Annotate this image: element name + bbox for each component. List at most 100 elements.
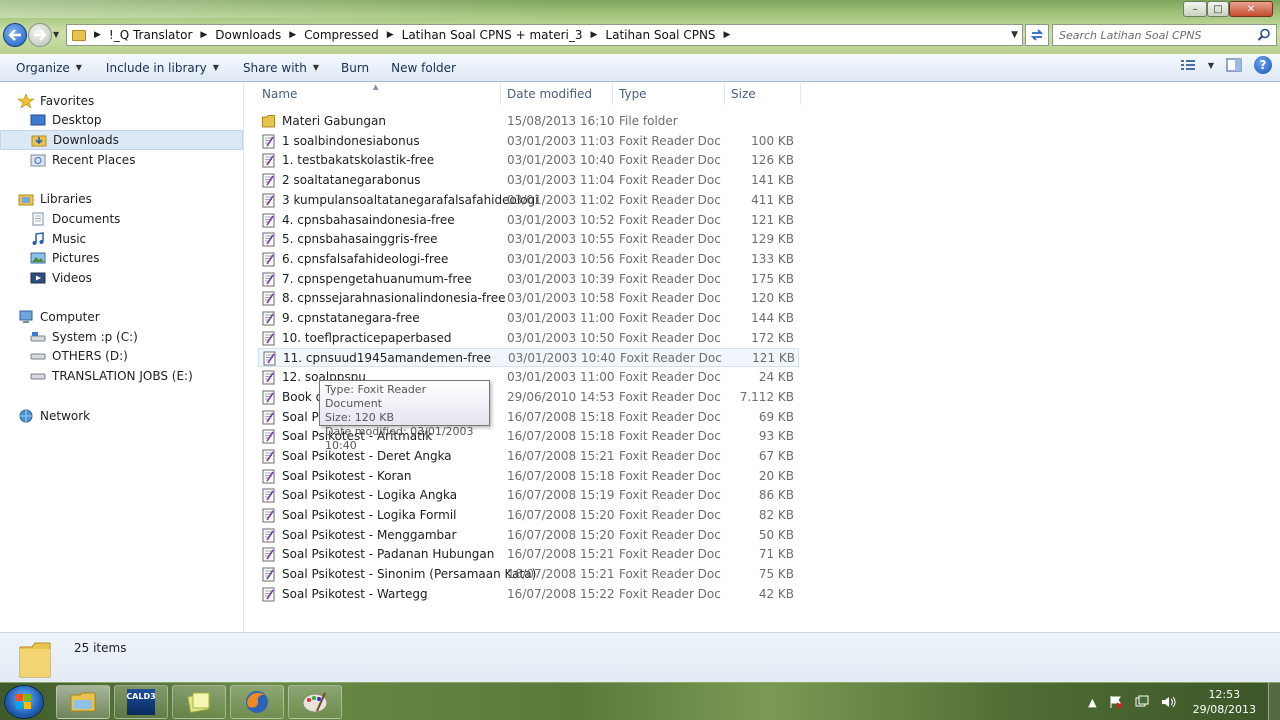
help-icon[interactable]: ? <box>1254 56 1272 74</box>
network-status-icon[interactable] <box>1135 695 1149 709</box>
minimize-button[interactable]: – <box>1183 1 1207 17</box>
nav-favorites[interactable]: Favorites <box>0 91 243 111</box>
file-row[interactable]: 10. toeflpracticepaperbased 03/01/2003 10… <box>258 329 799 348</box>
file-row[interactable]: Soal Psikotest - Wartegg 16/07/2008 15:22… <box>258 585 799 604</box>
nav-network[interactable]: Network <box>0 406 243 426</box>
breadcrumb-separator-icon[interactable]: ▶ <box>289 30 296 40</box>
preview-pane-icon[interactable] <box>1226 58 1242 72</box>
column-header-size[interactable]: Size <box>725 83 801 105</box>
taskbar-paint-button[interactable] <box>288 685 342 719</box>
breadcrumb-item[interactable]: Compressed <box>304 28 379 42</box>
include-in-library-button[interactable]: Include in library ▼ <box>98 56 227 80</box>
search-icon[interactable] <box>1257 28 1271 42</box>
column-header-type[interactable]: Type <box>613 83 725 105</box>
file-row[interactable]: Soal Psikotest - Menggambar 16/07/2008 15… <box>258 526 799 545</box>
nav-label: Downloads <box>53 133 119 147</box>
action-center-flag-icon[interactable] <box>1109 695 1123 709</box>
recent-pages-dropdown[interactable]: ▼ <box>53 30 59 39</box>
breadcrumb-separator-icon[interactable]: ▶ <box>94 30 101 40</box>
nav-documents[interactable]: Documents <box>0 209 243 229</box>
search-box[interactable] <box>1052 24 1277 46</box>
file-name: Soal Psikotest - Logika Formil <box>282 508 457 522</box>
taskbar-cald3-button[interactable]: CALD3 <box>114 685 168 719</box>
nav-drive-d[interactable]: OTHERS (D:) <box>0 346 243 366</box>
file-row[interactable]: 8. cpnssejarahnasionalindonesia-free 03/0… <box>258 289 799 308</box>
close-button[interactable]: ✕ <box>1229 1 1273 17</box>
libraries-icon <box>18 194 34 206</box>
nav-drive-c[interactable]: System :p (C:) <box>0 327 243 347</box>
nav-downloads[interactable]: Downloads <box>0 130 243 150</box>
file-row[interactable]: Materi Gabungan 15/08/2013 16:10 File fold… <box>258 112 799 131</box>
breadcrumb-item[interactable]: Latihan Soal CPNS <box>605 28 715 42</box>
file-row[interactable]: 11. cpnsuud1945amandemen-free 03/01/2003 … <box>258 348 799 367</box>
pdf-document-icon <box>262 449 275 464</box>
share-with-button[interactable]: Share with ▼ <box>235 56 327 80</box>
file-row[interactable]: 5. cpnsbahasainggris-free 03/01/2003 10:5… <box>258 230 799 249</box>
column-header-date[interactable]: Date modified <box>501 83 613 105</box>
refresh-button[interactable] <box>1025 24 1049 46</box>
nav-videos[interactable]: Videos <box>0 268 243 288</box>
show-desktop-button[interactable] <box>1268 683 1280 720</box>
file-row[interactable]: 7. cpnspengetahuanumum-free 03/01/2003 10… <box>258 270 799 289</box>
file-row[interactable]: 1. testbakatskolastik-free 03/01/2003 10:… <box>258 151 799 170</box>
clock[interactable]: 12:53 29/08/2013 <box>1193 687 1256 717</box>
nav-drive-e[interactable]: TRANSLATION JOBS (E:) <box>0 366 243 386</box>
sort-ascending-icon: ▲ <box>373 83 379 91</box>
nav-music[interactable]: Music <box>0 229 243 249</box>
burn-button[interactable]: Burn <box>333 56 377 80</box>
breadcrumb-item[interactable]: Downloads <box>215 28 281 42</box>
file-size: 121 KB <box>751 213 794 227</box>
file-name: 6. cpnsfalsafahideologi-free <box>282 252 449 266</box>
breadcrumb-separator-icon[interactable]: ▶ <box>200 30 207 40</box>
file-row[interactable]: Soal Psikotest - Logika Formil 16/07/2008… <box>258 506 799 525</box>
change-view-icon[interactable] <box>1180 58 1196 72</box>
pdf-document-icon <box>262 587 275 602</box>
column-header-name[interactable]: Name <box>256 83 501 105</box>
address-bar[interactable]: ▶ !_Q Translator ▶ Downloads ▶ Compresse… <box>66 24 1023 46</box>
taskbar-sticky-notes-button[interactable] <box>172 685 226 719</box>
address-dropdown-icon[interactable]: ▼ <box>1011 30 1018 40</box>
search-input[interactable] <box>1059 25 1254 45</box>
file-row[interactable]: 3 kumpulansoaltatanegarafalsafahideologi… <box>258 191 799 210</box>
nav-computer[interactable]: Computer <box>0 307 243 327</box>
file-row[interactable]: 1 soalbindonesiabonus 03/01/2003 11:03 Fox… <box>258 132 799 151</box>
breadcrumb-separator-icon[interactable]: ▶ <box>724 30 731 40</box>
file-date: 29/06/2010 14:53 <box>507 390 615 404</box>
maximize-button[interactable]: □ <box>1207 1 1229 17</box>
start-button[interactable] <box>4 685 44 719</box>
file-row[interactable]: 4. cpnsbahasaindonesia-free 03/01/2003 10… <box>258 211 799 230</box>
forward-button[interactable] <box>28 23 52 47</box>
taskbar-explorer-button[interactable] <box>56 685 110 719</box>
file-row[interactable]: Soal Psikotest - Sinonim (Persamaan Kata… <box>258 565 799 584</box>
organize-button[interactable]: Organize ▼ <box>8 56 90 80</box>
pdf-document-icon <box>262 134 275 149</box>
file-row[interactable]: Soal Psikotest - Logika Angka 16/07/2008 … <box>258 486 799 505</box>
file-row[interactable]: 6. cpnsfalsafahideologi-free 03/01/2003 1… <box>258 250 799 269</box>
file-row[interactable]: Soal Psikotest - Padanan Hubungan 16/07/2… <box>258 545 799 564</box>
breadcrumb-item[interactable]: Latihan Soal CPNS + materi_3 <box>402 28 583 42</box>
breadcrumb-separator-icon[interactable]: ▶ <box>387 30 394 40</box>
folder-icon <box>262 115 275 128</box>
file-type: Foxit Reader Docu... <box>619 429 721 443</box>
pdf-document-icon <box>262 410 275 425</box>
back-arrow-icon <box>8 29 21 41</box>
view-options-chevron-icon[interactable]: ▼ <box>1208 61 1214 70</box>
file-name: Soal Psikotest - Logika Angka <box>282 488 458 502</box>
downloads-folder-icon <box>31 135 47 147</box>
breadcrumb-item[interactable]: !_Q Translator <box>109 28 192 42</box>
back-button[interactable] <box>3 23 27 47</box>
firefox-icon <box>246 691 268 713</box>
file-row[interactable]: Soal Psikotest - Koran 16/07/2008 15:18 Fo… <box>258 467 799 486</box>
volume-icon[interactable] <box>1161 695 1177 709</box>
nav-libraries[interactable]: Libraries <box>0 189 243 209</box>
nav-label: System :p (C:) <box>52 330 138 344</box>
file-row[interactable]: 2 soaltatanegarabonus 03/01/2003 11:04 Fox… <box>258 171 799 190</box>
file-row[interactable]: 9. cpnstatanegara-free 03/01/2003 11:00 Fo… <box>258 309 799 328</box>
nav-pictures[interactable]: Pictures <box>0 248 243 268</box>
nav-desktop[interactable]: Desktop <box>0 110 243 130</box>
breadcrumb-separator-icon[interactable]: ▶ <box>590 30 597 40</box>
show-hidden-icons-icon[interactable]: ▲ <box>1088 696 1096 709</box>
nav-recent-places[interactable]: Recent Places <box>0 150 243 170</box>
taskbar-firefox-button[interactable] <box>230 685 284 719</box>
new-folder-button[interactable]: New folder <box>383 56 464 80</box>
